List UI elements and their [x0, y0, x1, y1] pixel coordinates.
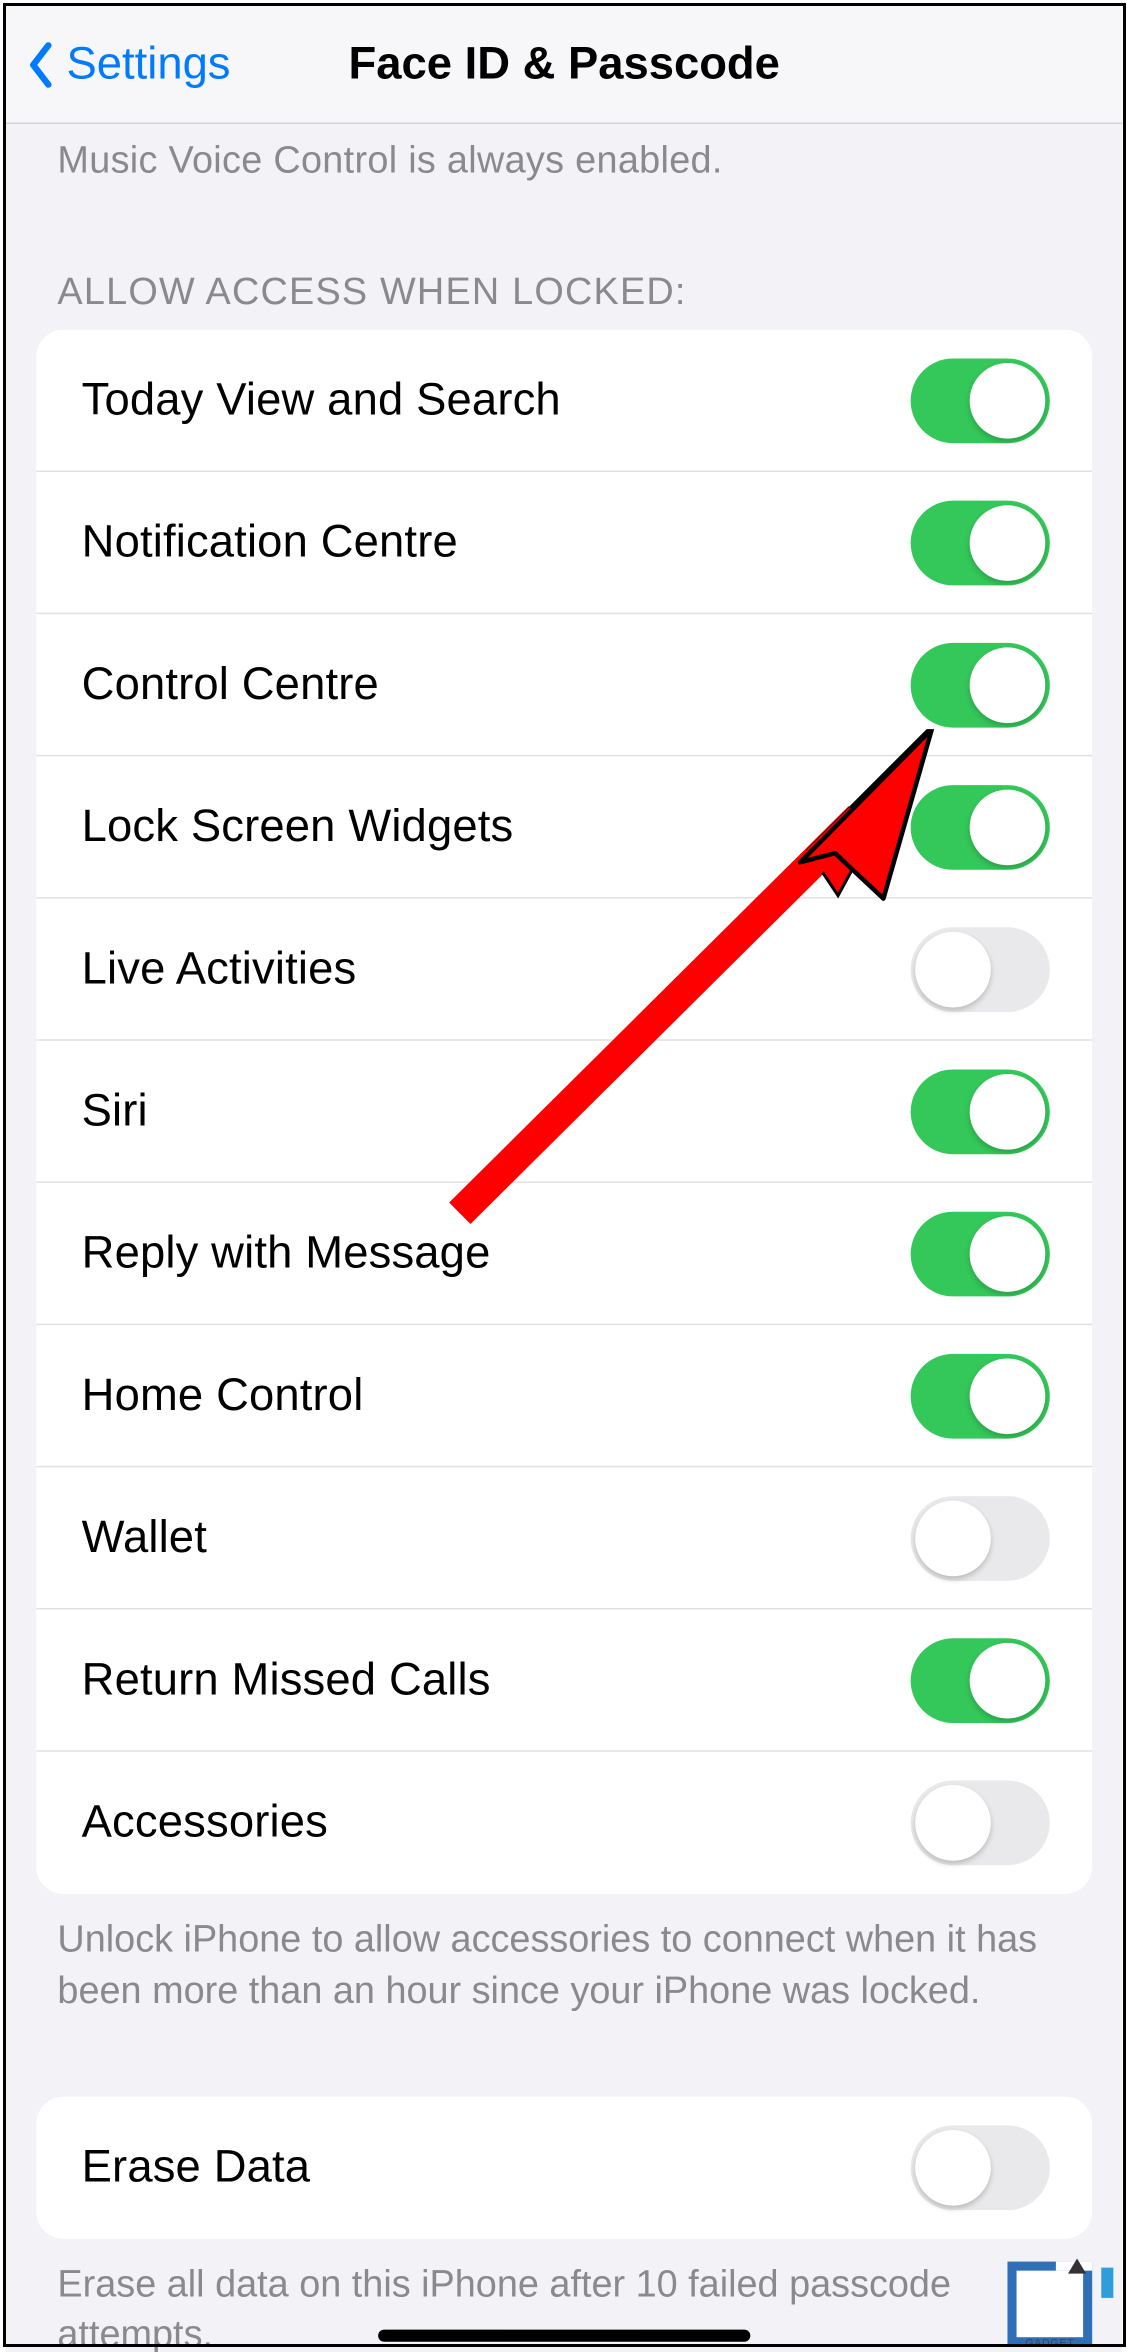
erase-data-label: Erase Data — [82, 2141, 311, 2192]
setting-label: Control Centre — [82, 659, 379, 710]
toggle-knob — [915, 2129, 991, 2205]
content: Music Voice Control is always enabled. A… — [6, 124, 1122, 2352]
erase-data-toggle[interactable] — [911, 2125, 1050, 2210]
home-indicator[interactable] — [378, 2330, 750, 2342]
setting-row: Lock Screen Widgets — [36, 756, 1092, 898]
setting-label: Siri — [82, 1085, 148, 1136]
setting-label: Reply with Message — [82, 1228, 491, 1279]
setting-label: Accessories — [82, 1797, 328, 1848]
watermark: GADGET — [1007, 2262, 1113, 2347]
setting-toggle[interactable] — [911, 1069, 1050, 1154]
nav-bar: Settings Face ID & Passcode — [6, 6, 1122, 124]
setting-toggle[interactable] — [911, 500, 1050, 585]
accessories-note: Unlock iPhone to allow accessories to co… — [6, 1894, 1122, 2017]
setting-row: Accessories — [36, 1752, 1092, 1894]
toggle-knob — [970, 504, 1046, 580]
setting-label: Wallet — [82, 1512, 207, 1563]
toggle-knob — [970, 362, 1046, 438]
toggle-knob — [970, 647, 1046, 723]
setting-toggle[interactable] — [911, 784, 1050, 869]
setting-toggle[interactable] — [911, 1211, 1050, 1296]
setting-row: Home Control — [36, 1325, 1092, 1467]
setting-toggle[interactable] — [911, 1353, 1050, 1438]
setting-row: Return Missed Calls — [36, 1610, 1092, 1752]
back-button[interactable]: Settings — [27, 39, 230, 90]
toggle-knob — [915, 1785, 991, 1861]
setting-toggle[interactable] — [911, 1495, 1050, 1580]
toggle-knob — [915, 931, 991, 1007]
toggle-knob — [970, 789, 1046, 865]
chevron-left-icon — [27, 42, 54, 87]
setting-label: Live Activities — [82, 943, 357, 994]
setting-toggle[interactable] — [911, 1781, 1050, 1866]
erase-data-group: Erase Data — [36, 2096, 1092, 2238]
setting-row: Wallet — [36, 1467, 1092, 1609]
setting-toggle[interactable] — [911, 642, 1050, 727]
back-label: Settings — [67, 39, 231, 90]
setting-label: Return Missed Calls — [82, 1654, 491, 1705]
setting-label: Notification Centre — [82, 517, 458, 568]
setting-row: Siri — [36, 1041, 1092, 1183]
setting-row: Today View and Search — [36, 330, 1092, 472]
voice-control-note: Music Voice Control is always enabled. — [6, 124, 1122, 183]
erase-data-row: Erase Data — [36, 2096, 1092, 2238]
setting-row: Control Centre — [36, 614, 1092, 756]
toggle-knob — [970, 1215, 1046, 1291]
setting-row: Live Activities — [36, 899, 1092, 1041]
setting-toggle[interactable] — [911, 358, 1050, 443]
toggle-knob — [970, 1358, 1046, 1434]
allow-access-group: Today View and Search Notification Centre… — [36, 330, 1092, 1894]
setting-label: Lock Screen Widgets — [82, 801, 514, 852]
setting-toggle[interactable] — [911, 1638, 1050, 1723]
setting-toggle[interactable] — [911, 927, 1050, 1012]
setting-row: Reply with Message — [36, 1183, 1092, 1325]
setting-label: Home Control — [82, 1370, 364, 1421]
setting-row: Notification Centre — [36, 472, 1092, 614]
setting-label: Today View and Search — [82, 374, 561, 425]
toggle-knob — [970, 1073, 1046, 1149]
section-header-allow-access: ALLOW ACCESS WHEN LOCKED: — [6, 183, 1122, 330]
toggle-knob — [970, 1642, 1046, 1718]
toggle-knob — [915, 1500, 991, 1576]
